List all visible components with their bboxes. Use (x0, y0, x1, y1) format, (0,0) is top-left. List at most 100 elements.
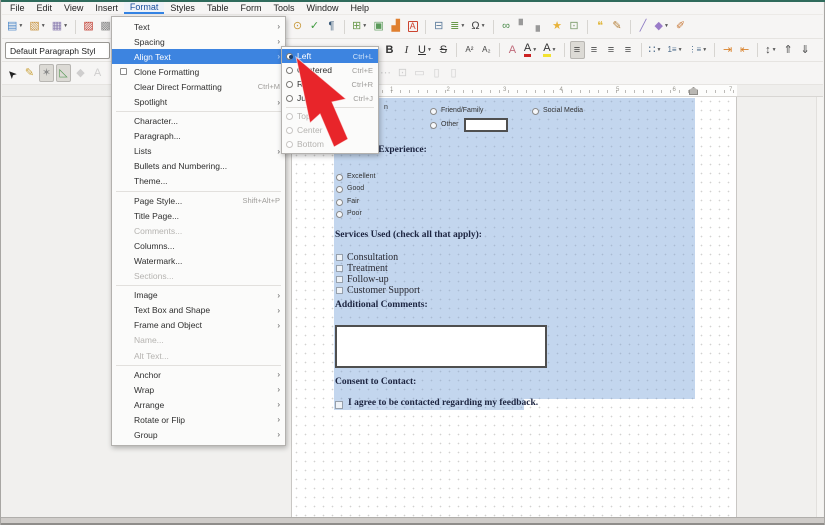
dropdown-arrow-icon[interactable]: ▼ (702, 47, 707, 53)
insert-header-button[interactable]: ▘ (516, 18, 531, 36)
menubar-item-edit[interactable]: Edit (31, 2, 59, 14)
menubar-item-tools[interactable]: Tools (267, 2, 300, 14)
dropdown-arrow-icon[interactable]: ▼ (481, 24, 486, 29)
insert-hyperlink-button[interactable]: ∞ (499, 18, 514, 36)
highlight-color-button[interactable]: A ▼ (541, 41, 558, 59)
submenu-item-left[interactable]: Left Ctrl+L (282, 49, 378, 63)
dropdown-arrow-icon[interactable]: ▼ (63, 24, 68, 29)
friend-family-radio[interactable] (430, 108, 437, 115)
superscript-button[interactable]: A² (462, 41, 477, 59)
strikethrough-button[interactable]: S (436, 41, 451, 59)
insert-chart-button[interactable]: ▟ (388, 18, 403, 36)
draw-functions-button[interactable]: ✐ (673, 18, 688, 36)
bold-button[interactable]: B (382, 41, 397, 59)
dropdown-arrow-icon[interactable]: ▼ (552, 47, 557, 53)
menu-item-align-text[interactable]: Align Text › (112, 49, 285, 65)
menubar-item-help[interactable]: Help (344, 2, 375, 14)
export-pdf-button[interactable]: ▨ (81, 18, 96, 36)
menubar-item-window[interactable]: Window (300, 2, 344, 14)
menu-item-wrap[interactable]: Wrap › (112, 382, 285, 397)
underline-button[interactable]: U ▼ (416, 41, 434, 59)
follow-up-check[interactable] (336, 276, 343, 283)
dropdown-arrow-icon[interactable]: ▼ (427, 47, 432, 53)
clear-formatting-button[interactable]: A (505, 41, 520, 59)
bullet-list-button[interactable]: ∷ ▼ (647, 41, 664, 59)
outline-list-button[interactable]: ⋮≡ ▼ (687, 41, 710, 59)
track-changes-button[interactable]: ✎ (610, 18, 625, 36)
insert-table-button[interactable]: ⊞ ▼ (350, 18, 369, 36)
menubar-item-format[interactable]: Format (123, 2, 165, 14)
align-justify-button[interactable]: ≡ (621, 41, 636, 59)
dropdown-arrow-icon[interactable]: ▼ (772, 47, 777, 53)
increase-paragraph-spacing-button[interactable]: ⇑ (781, 41, 796, 59)
dropdown-arrow-icon[interactable]: ▼ (532, 47, 537, 53)
design-mode-button[interactable]: ✎ (22, 64, 37, 82)
menu-item-character[interactable]: Character... (112, 114, 285, 129)
italic-button[interactable]: I (399, 41, 414, 59)
menu-item-image[interactable]: Image › (112, 288, 285, 303)
menubar-item-form[interactable]: Form (234, 2, 267, 14)
vertical-scrollbar[interactable] (816, 97, 823, 517)
find-replace-button[interactable]: ⊙ (290, 18, 305, 36)
form-design-button[interactable]: ◺ (56, 64, 71, 82)
insert-field-button[interactable]: ≣ ▼ (448, 18, 467, 36)
menu-item-theme[interactable]: Theme... (112, 174, 285, 189)
poor-radio[interactable] (336, 210, 343, 218)
insert-pagebreak-button[interactable]: ⊟ (431, 18, 446, 36)
line-spacing-button[interactable]: ↕ ▼ (763, 41, 778, 59)
align-right-button[interactable]: ≡ (604, 41, 619, 59)
consultation-check[interactable] (336, 254, 343, 261)
consent-checkbox[interactable] (335, 401, 343, 409)
subscript-button[interactable]: A₂ (479, 41, 494, 59)
menu-item-paragraph[interactable]: Paragraph... (112, 129, 285, 144)
submenu-item-right[interactable]: Right Ctrl+R (282, 77, 378, 91)
document-page[interactable]: n Friend/Family Social Media Other Rate … (291, 97, 737, 517)
menu-item-anchor[interactable]: Anchor › (112, 367, 285, 382)
decrease-indent-button[interactable]: ⇤ (737, 41, 752, 59)
menu-item-spacing[interactable]: Spacing › (112, 34, 285, 49)
menu-item-clone-formatting[interactable]: Clone Formatting (112, 64, 285, 79)
cross-reference-button[interactable]: ⊡ (567, 18, 582, 36)
decrease-paragraph-spacing-button[interactable]: ⇓ (798, 41, 813, 59)
menu-item-clear-direct-formatting[interactable]: Clear Direct Formatting Ctrl+M (112, 79, 285, 94)
dropdown-arrow-icon[interactable]: ▼ (18, 24, 23, 29)
comments-textarea[interactable] (335, 325, 547, 368)
menu-item-watermark[interactable]: Watermark... (112, 253, 285, 268)
submenu-item-justified[interactable]: Justified Ctrl+J (282, 91, 378, 105)
dropdown-arrow-icon[interactable]: ▼ (460, 24, 465, 29)
new-document-button[interactable]: ▤ ▼ (5, 18, 25, 36)
font-color-button[interactable]: A ▼ (522, 41, 539, 59)
basic-shapes-button[interactable]: ◆ ▼ (653, 18, 671, 36)
menubar-item-view[interactable]: View (58, 2, 89, 14)
increase-indent-button[interactable]: ⇥ (720, 41, 735, 59)
menu-item-page-style[interactable]: Page Style... Shift+Alt+P (112, 193, 285, 208)
insert-footer-button[interactable]: ▖ (533, 18, 548, 36)
menu-item-lists[interactable]: Lists › (112, 144, 285, 159)
spellcheck-button[interactable]: ✓ (307, 18, 322, 36)
menu-item-title-page[interactable]: Title Page... (112, 208, 285, 223)
treatment-check[interactable] (336, 265, 343, 272)
menubar-item-table[interactable]: Table (201, 2, 235, 14)
dropdown-arrow-icon[interactable]: ▼ (362, 24, 367, 29)
align-left-button[interactable]: ≡ (569, 41, 585, 59)
select-pointer-button[interactable]: ➤ (5, 64, 20, 82)
insert-line-button[interactable]: ╱ (636, 18, 651, 36)
menu-item-arrange[interactable]: Arrange › (112, 397, 285, 412)
dropdown-arrow-icon[interactable]: ▼ (41, 24, 46, 29)
menu-item-columns[interactable]: Columns... (112, 238, 285, 253)
fair-radio[interactable] (336, 198, 343, 206)
excellent-radio[interactable] (336, 174, 343, 181)
control-wizards-button[interactable]: ✶ (39, 64, 54, 82)
special-character-button[interactable]: Ω ▼ (469, 18, 487, 36)
menu-item-text-box-and-shape[interactable]: Text Box and Shape › (112, 303, 285, 318)
menubar-item-file[interactable]: File (4, 2, 31, 14)
align-center-button[interactable]: ≡ (587, 41, 602, 59)
menu-item-spotlight[interactable]: Spotlight › (112, 94, 285, 109)
dropdown-arrow-icon[interactable]: ▼ (664, 24, 669, 29)
other-text-input[interactable] (464, 118, 508, 132)
other-radio[interactable] (430, 122, 437, 129)
submenu-item-centered[interactable]: Centered Ctrl+E (282, 63, 378, 77)
menubar-item-insert[interactable]: Insert (89, 2, 124, 14)
formatting-marks-button[interactable]: ¶ (324, 18, 339, 36)
paragraph-style-combo[interactable]: Default Paragraph Styl (5, 42, 110, 59)
